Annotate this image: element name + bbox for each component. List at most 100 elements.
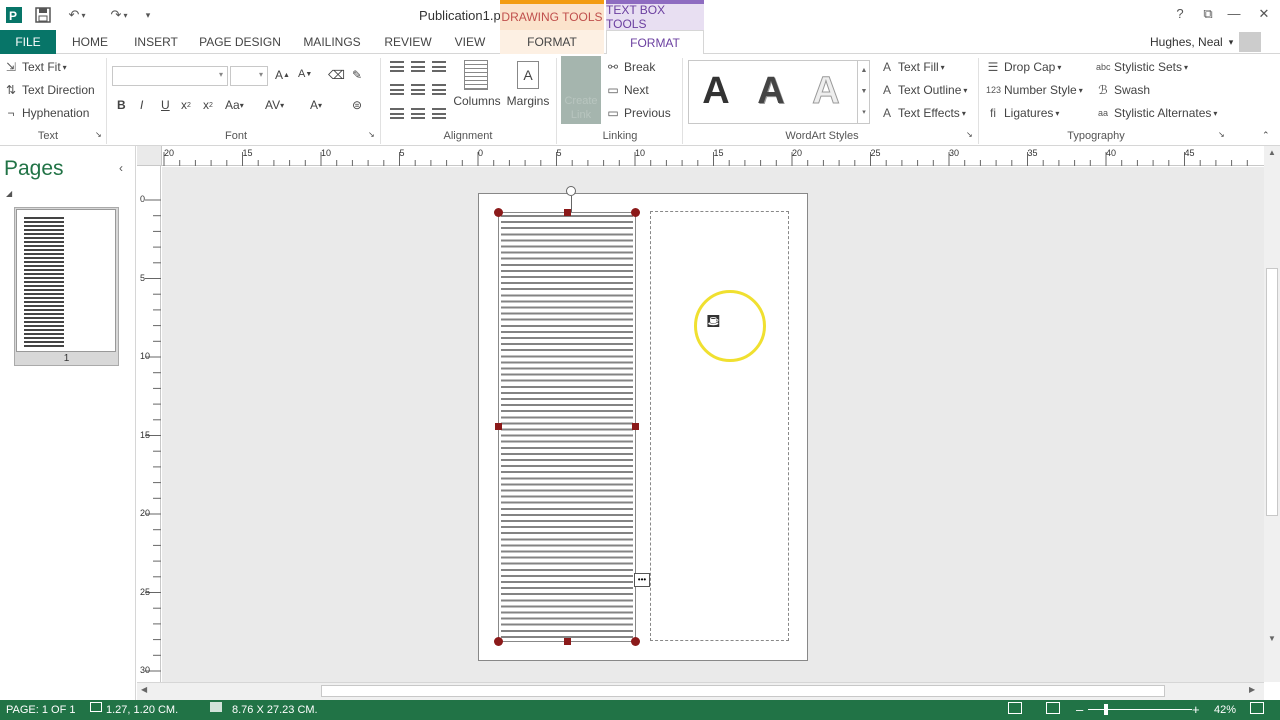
tab-review[interactable]: REVIEW: [378, 30, 438, 54]
subscript-button[interactable]: x2: [181, 98, 191, 112]
zoom-level[interactable]: 42%: [1214, 704, 1236, 716]
horizontal-ruler[interactable]: 20 15 10 5 0 5 10 15 20 25 30 35 40 45: [162, 146, 1264, 166]
shrink-font-button[interactable]: A ▼: [298, 68, 312, 80]
dialog-launcher-icon[interactable]: ↘: [95, 130, 102, 139]
tab-insert[interactable]: INSERT: [126, 30, 186, 54]
align-center-right-icon[interactable]: [432, 84, 446, 95]
resize-handle[interactable]: [631, 637, 640, 646]
columns-icon[interactable]: [464, 60, 488, 90]
horizontal-scroll-thumb[interactable]: [321, 685, 1165, 697]
scroll-right-icon[interactable]: ▶: [1249, 685, 1255, 694]
change-case-button[interactable]: Aa ▾: [225, 98, 244, 112]
align-center-icon[interactable]: [411, 84, 425, 95]
tab-page-design[interactable]: PAGE DESIGN: [194, 30, 286, 54]
maximize-button[interactable]: [1226, 6, 1250, 24]
grow-font-button[interactable]: A ▲: [275, 68, 290, 82]
tab-format-drawing[interactable]: FORMAT: [500, 30, 604, 54]
scroll-up-icon[interactable]: ▲: [1268, 148, 1276, 157]
wordart-style-2[interactable]: A: [745, 62, 797, 120]
gallery-scroll[interactable]: ▲ ▼ ▾: [857, 60, 870, 124]
text-fill-button[interactable]: A Text Fill ▾: [880, 60, 945, 74]
rotation-handle[interactable]: [566, 186, 576, 196]
font-name-combo[interactable]: ▾: [112, 66, 228, 86]
resize-handle[interactable]: [564, 638, 571, 645]
vertical-ruler[interactable]: 0 5 10 15 20 25 30: [137, 166, 161, 682]
hyphenation-button[interactable]: ¬ Hyphenation: [4, 106, 89, 120]
drop-cap-button[interactable]: ☰ Drop Cap ▾: [986, 60, 1062, 74]
scroll-down-icon[interactable]: ▼: [1268, 634, 1276, 643]
text-fit-button[interactable]: ⇲ Text Fit ▾: [4, 60, 67, 74]
superscript-button[interactable]: x2: [203, 98, 213, 112]
publisher-app-icon[interactable]: P: [4, 6, 24, 24]
align-top-left-icon[interactable]: [390, 61, 404, 72]
horizontal-scrollbar[interactable]: ◀ ▶: [137, 682, 1264, 700]
text-effects-button[interactable]: A Text Effects ▾: [880, 106, 966, 120]
collapse-ribbon-icon[interactable]: ⌃: [1262, 130, 1270, 141]
dialog-launcher-icon[interactable]: ↘: [368, 130, 375, 139]
vertical-scrollbar[interactable]: ▲ ▼: [1264, 146, 1280, 682]
redo-icon[interactable]: ↷ ▾: [104, 6, 134, 24]
margins-icon[interactable]: A: [517, 61, 539, 89]
text-overflow-indicator[interactable]: •••: [634, 573, 650, 587]
character-spacing-icon[interactable]: AV ▾: [265, 98, 284, 112]
align-top-right-icon[interactable]: [432, 61, 446, 72]
section-expand-icon[interactable]: ◢: [6, 189, 12, 198]
resize-handle[interactable]: [495, 423, 502, 430]
resize-handle[interactable]: [494, 637, 503, 646]
fit-page-icon[interactable]: [1250, 702, 1264, 717]
dialog-launcher-icon[interactable]: ↘: [966, 130, 973, 139]
stylistic-alternates-button[interactable]: aa Stylistic Alternates ▾: [1096, 106, 1217, 120]
customize-qat-icon[interactable]: ▾: [142, 6, 154, 24]
close-button[interactable]: ✕: [1252, 6, 1276, 24]
clear-formatting-icon[interactable]: ⌫: [328, 68, 345, 82]
scroll-left-icon[interactable]: ◀: [141, 685, 147, 694]
underline-button[interactable]: U: [161, 98, 170, 112]
break-link-button[interactable]: ⚯ Break: [606, 60, 655, 74]
empty-text-box[interactable]: [650, 211, 789, 641]
text-outline-button[interactable]: A Text Outline ▾: [880, 83, 967, 97]
font-size-combo[interactable]: ▾: [230, 66, 268, 86]
wordart-style-3[interactable]: A: [800, 62, 852, 120]
single-page-view-icon[interactable]: [1008, 702, 1022, 717]
text-direction-button[interactable]: ⇅ Text Direction: [4, 83, 95, 97]
align-bottom-center-icon[interactable]: [411, 108, 425, 119]
resize-handle[interactable]: [564, 209, 571, 216]
wordart-style-1[interactable]: A: [690, 62, 742, 120]
ribbon-display-options-button[interactable]: ⧉: [1196, 6, 1220, 24]
resize-handle[interactable]: [631, 208, 640, 217]
tab-view[interactable]: VIEW: [446, 30, 494, 54]
italic-button[interactable]: I: [140, 98, 143, 112]
tab-home[interactable]: HOME: [62, 30, 118, 54]
status-page[interactable]: PAGE: 1 OF 1: [6, 704, 76, 716]
format-painter-icon[interactable]: ✎: [352, 68, 362, 82]
margins-button[interactable]: Margins: [504, 94, 552, 110]
vertical-scroll-thumb[interactable]: [1266, 268, 1278, 516]
align-bottom-right-icon[interactable]: [432, 108, 446, 119]
undo-icon[interactable]: ↶ ▾: [62, 6, 92, 24]
tab-format-textbox[interactable]: FORMAT: [606, 30, 704, 55]
tab-file[interactable]: FILE: [0, 30, 56, 54]
tab-mailings[interactable]: MAILINGS: [294, 30, 370, 54]
dialog-launcher-icon[interactable]: ↘: [1218, 130, 1225, 139]
number-style-button[interactable]: 123 Number Style ▾: [986, 83, 1083, 97]
previous-link-button[interactable]: ▭ Previous: [606, 106, 670, 120]
help-button[interactable]: ?: [1168, 6, 1192, 24]
zoom-out-button[interactable]: –: [1076, 702, 1083, 717]
zoom-in-button[interactable]: +: [1192, 702, 1200, 717]
save-icon[interactable]: [34, 6, 52, 24]
align-top-center-icon[interactable]: [411, 61, 425, 72]
swash-button[interactable]: ℬ Swash: [1096, 83, 1150, 97]
two-page-view-icon[interactable]: [1046, 702, 1060, 717]
next-link-button[interactable]: ▭ Next: [606, 83, 648, 97]
align-center-left-icon[interactable]: [390, 84, 404, 95]
align-bottom-left-icon[interactable]: [390, 108, 404, 119]
bold-button[interactable]: B: [117, 98, 126, 112]
ligatures-button[interactable]: ﬁ Ligatures ▾: [986, 106, 1059, 120]
stylistic-sets-button[interactable]: abc Stylistic Sets ▾: [1096, 60, 1188, 74]
font-color-button[interactable]: A ▾: [310, 98, 322, 112]
symbol-icon[interactable]: ⊜: [352, 98, 362, 112]
user-account[interactable]: Hughes, Neal ▾: [1150, 30, 1262, 54]
resize-handle[interactable]: [632, 423, 639, 430]
zoom-slider-thumb[interactable]: [1104, 704, 1108, 715]
columns-button[interactable]: Columns: [452, 94, 502, 110]
